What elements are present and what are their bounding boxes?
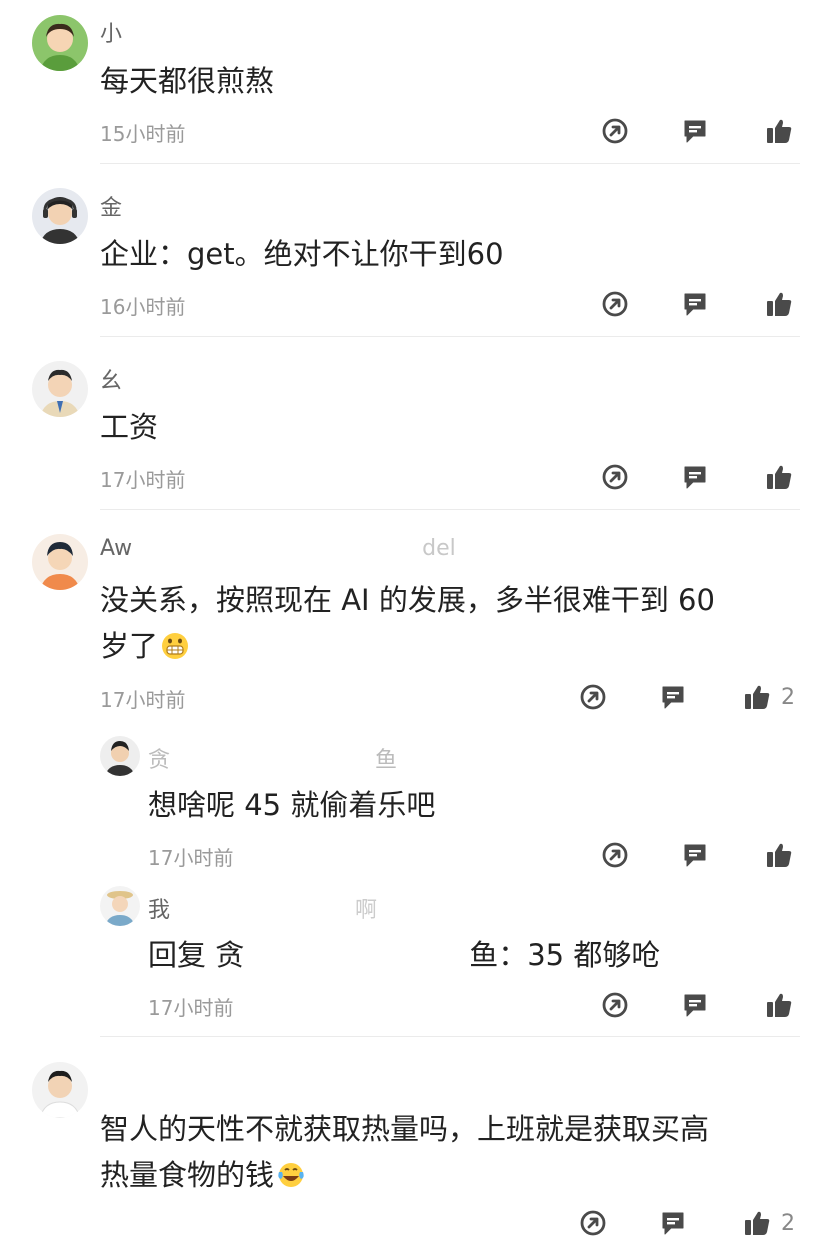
timestamp: 15小时前 — [100, 122, 186, 146]
comment-item: 幺 工资 17小时前 — [0, 343, 828, 511]
timestamp: 17小时前 — [100, 688, 186, 712]
comment-list: 小 每天都很煎熬 15小时前 金 企业：get。绝对不让你干到60 16小时前 … — [0, 0, 828, 1252]
reply-icon[interactable] — [658, 1208, 688, 1238]
tears-of-joy-emoji — [278, 1163, 304, 1187]
user-avatar[interactable] — [32, 361, 88, 417]
share-icon[interactable] — [600, 990, 630, 1020]
comment-text: 企业：get。绝对不让你干到60 — [100, 237, 504, 271]
username[interactable]: 贪鱼 — [148, 742, 397, 774]
action-bar: 2 — [576, 682, 806, 714]
comment-item: 智人的天性不就获取热量吗，上班就是获取买高 热量食物的钱 2 — [0, 1060, 828, 1252]
like-icon[interactable] — [742, 682, 772, 712]
username-end: 鱼 — [375, 748, 398, 773]
like-icon[interactable] — [764, 840, 794, 870]
comment-text-line: 智人的天性不就获取热量吗，上班就是获取买高 — [100, 1112, 710, 1146]
reply-target: 鱼： — [469, 938, 528, 972]
reply-prefix[interactable]: 回复 贪 — [148, 938, 244, 972]
timestamp: 16小时前 — [100, 295, 186, 319]
action-bar — [598, 462, 798, 494]
username-start: Aw — [100, 536, 133, 561]
user-avatar[interactable] — [100, 736, 140, 776]
comment-text-line: 岁了 — [100, 623, 800, 669]
user-avatar[interactable] — [32, 188, 88, 244]
share-icon[interactable] — [600, 462, 630, 492]
comment-text-line: 没关系，按照现在 AI 的发展，多半很难干到 60 — [100, 583, 715, 617]
reply-icon[interactable] — [680, 990, 710, 1020]
reply-item: 我啊 回复 贪鱼：35 都够呛 17小时前 — [0, 884, 828, 1034]
username[interactable]: Aw del — [100, 536, 456, 561]
action-bar — [598, 840, 798, 872]
divider — [100, 163, 800, 164]
timestamp: 17小时前 — [148, 996, 234, 1020]
reply-icon[interactable] — [680, 289, 710, 319]
username[interactable]: 幺 — [100, 363, 122, 395]
action-bar — [598, 289, 798, 321]
username[interactable]: 小 — [100, 16, 122, 48]
divider — [100, 1036, 800, 1037]
reply-content: 35 都够呛 — [527, 938, 661, 972]
username-start: 我 — [148, 898, 171, 923]
like-icon[interactable] — [764, 116, 794, 146]
share-icon[interactable] — [600, 116, 630, 146]
share-icon[interactable] — [600, 289, 630, 319]
action-bar — [598, 116, 798, 148]
timestamp: 17小时前 — [100, 468, 186, 492]
comment-text: 没关系，按照现在 AI 的发展，多半很难干到 60 岁了 — [100, 577, 800, 669]
comment-text-end: 热量食物的钱 — [100, 1158, 275, 1192]
reply-icon[interactable] — [658, 682, 688, 712]
user-avatar[interactable] — [32, 1062, 88, 1118]
reply-text: 回复 贪 鱼：35 都够呛 — [148, 932, 828, 978]
share-icon[interactable] — [578, 1208, 608, 1238]
comment-text: 工资 — [100, 410, 159, 444]
like-count: 2 — [781, 1211, 795, 1236]
comment-text: 智人的天性不就获取热量吗，上班就是获取买高 热量食物的钱 — [100, 1106, 800, 1198]
user-avatar[interactable] — [32, 15, 88, 71]
username-end: 啊 — [355, 898, 378, 923]
grimacing-emoji — [162, 633, 189, 659]
like-count: 2 — [781, 685, 795, 710]
reply-item: 贪鱼 想啥呢 45 就偷着乐吧 17小时前 — [0, 734, 828, 884]
user-avatar[interactable] — [32, 534, 88, 590]
comment-item: 金 企业：get。绝对不让你干到60 16小时前 — [0, 170, 828, 338]
like-icon[interactable] — [742, 1208, 772, 1238]
reply-icon[interactable] — [680, 116, 710, 146]
username-start: 贪 — [148, 748, 171, 773]
reply-icon[interactable] — [680, 462, 710, 492]
user-avatar[interactable] — [100, 886, 140, 926]
action-bar — [598, 990, 798, 1022]
divider — [100, 336, 800, 337]
comment-text-line: 热量食物的钱 — [100, 1152, 800, 1198]
divider — [100, 509, 800, 510]
comment-text: 每天都很煎熬 — [100, 64, 275, 98]
comment-item: 小 每天都很煎熬 15小时前 — [0, 0, 828, 164]
action-bar: 2 — [576, 1208, 806, 1240]
share-icon[interactable] — [578, 682, 608, 712]
timestamp: 17小时前 — [148, 846, 234, 870]
username[interactable]: 我啊 — [148, 892, 377, 924]
like-icon[interactable] — [764, 990, 794, 1020]
reply-icon[interactable] — [680, 840, 710, 870]
username-end: del — [422, 536, 456, 561]
comment-text-end: 岁了 — [100, 629, 159, 663]
comment-item: Aw del 没关系，按照现在 AI 的发展，多半很难干到 60 岁了 17小时前… — [0, 516, 828, 1040]
share-icon[interactable] — [600, 840, 630, 870]
username[interactable]: 金 — [100, 190, 122, 222]
like-icon[interactable] — [764, 462, 794, 492]
reply-text: 想啥呢 45 就偷着乐吧 — [148, 788, 436, 822]
like-icon[interactable] — [764, 289, 794, 319]
